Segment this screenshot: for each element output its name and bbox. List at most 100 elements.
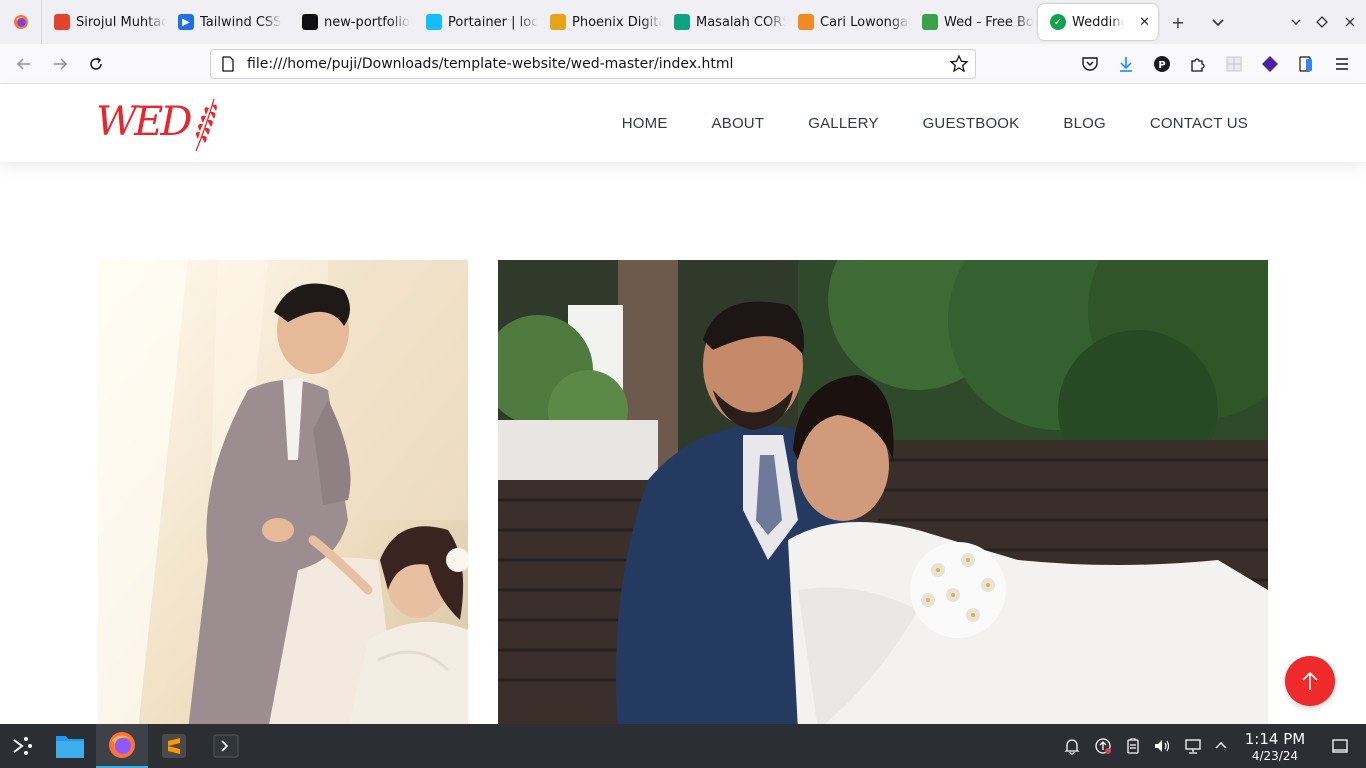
network-wired-icon [1185, 739, 1201, 754]
tab-title: Masalah CORS [696, 14, 786, 30]
tray-updates[interactable] [1093, 736, 1113, 756]
folder-icon [56, 736, 84, 758]
nav-home[interactable]: HOME [622, 115, 668, 132]
window-close-button[interactable] [1334, 0, 1366, 44]
tray-network[interactable] [1183, 736, 1203, 756]
update-icon [1095, 738, 1111, 754]
tab-favicon-icon [54, 14, 70, 30]
url-text[interactable]: file:///home/puji/Downloads/template-web… [247, 56, 733, 72]
browser-toolbar: file:///home/puji/Downloads/template-web… [0, 44, 1366, 84]
couple-photo-left [98, 260, 468, 724]
extensions-button[interactable] [1188, 54, 1208, 74]
desktop-icon [1332, 739, 1348, 753]
tab[interactable]: Portainer | localhost [414, 0, 538, 44]
tab-strip: Sirojul Muhtadi ▶ Tailwind CSS new-portfoli… [0, 0, 1366, 44]
nav-gallery[interactable]: GALLERY [808, 115, 878, 132]
extension-diamond-button[interactable] [1260, 54, 1280, 74]
tab[interactable]: Phoenix Digital [538, 0, 662, 44]
arrow-left-icon [16, 58, 30, 70]
arrow-up-icon [1302, 671, 1318, 690]
back-button[interactable] [8, 48, 40, 80]
chevron-down-icon [1212, 19, 1224, 27]
check-circle-icon: ✓ [1050, 14, 1066, 30]
tray-clipboard[interactable] [1123, 736, 1143, 756]
tab-wedding-active[interactable]: ✓ Wedding | ✕ [1038, 4, 1158, 40]
pocket-button[interactable] [1080, 54, 1100, 74]
puzzle-icon [1191, 58, 1205, 72]
tab[interactable]: new-portfolio [290, 0, 414, 44]
close-tab-icon[interactable]: ✕ [1139, 15, 1150, 30]
new-tab-button[interactable]: + [1162, 0, 1194, 44]
site-header: WED HOME ABOUT GALLERY GUESTBOOK BLOG CO… [0, 85, 1366, 162]
nav-blog[interactable]: BLOG [1063, 115, 1105, 132]
taskbar-terminal[interactable] [200, 724, 252, 768]
clock-date: 4/23/24 [1251, 749, 1299, 763]
reload-button[interactable] [80, 48, 112, 80]
tab-favicon-icon [922, 14, 938, 30]
speaker-icon [1155, 740, 1170, 752]
chevron-up-icon [1215, 742, 1227, 749]
tab-title: Phoenix Digital [572, 14, 662, 30]
tab-favicon-icon: ▶ [178, 14, 194, 30]
taskbar-firefox[interactable] [96, 724, 148, 768]
tab-favicon-icon [550, 14, 566, 30]
tray-expand[interactable] [1211, 736, 1231, 756]
clipboard-icon [1299, 56, 1312, 72]
back-to-top-button[interactable] [1285, 656, 1335, 706]
photo-illustration [98, 260, 468, 724]
firefox-icon [13, 15, 28, 29]
taskbar: 1:14 PM 4/23/24 [0, 724, 1366, 768]
clock-time: 1:14 PM [1244, 730, 1306, 748]
clipboard-icon [1127, 738, 1139, 754]
app-launcher-icon [13, 737, 32, 755]
taskbar-file-manager[interactable] [44, 724, 96, 768]
nav-guestbook[interactable]: GUESTBOOK [923, 115, 1020, 132]
grid-icon [1226, 56, 1242, 72]
pocket-icon [1082, 57, 1098, 71]
tab-favicon-icon [302, 14, 318, 30]
list-all-tabs-button[interactable] [1202, 0, 1234, 44]
bookmark-star-icon[interactable] [949, 54, 969, 74]
couple-photo-right [498, 260, 1268, 724]
sublime-text-icon [162, 734, 186, 758]
site-logo[interactable]: WED [96, 95, 220, 153]
tab-favicon-icon [798, 14, 814, 30]
firefox-view-button[interactable] [0, 0, 42, 44]
firefox-icon [109, 732, 135, 758]
page-content [0, 162, 1366, 724]
url-bar[interactable]: file:///home/puji/Downloads/template-web… [210, 49, 976, 79]
tray-notifications[interactable] [1062, 736, 1082, 756]
nav-contact-us[interactable]: CONTACT US [1150, 115, 1248, 132]
nav-about[interactable]: ABOUT [712, 115, 765, 132]
taskbar-sublime-text[interactable] [148, 724, 200, 768]
extension-clipboard-button[interactable] [1296, 54, 1316, 74]
close-icon [1345, 17, 1355, 27]
tab[interactable]: Sirojul Muhtadi [42, 0, 166, 44]
extension-grid-button[interactable] [1224, 54, 1244, 74]
digital-clock[interactable]: 1:14 PM 4/23/24 [1236, 730, 1314, 764]
hamburger-menu-icon [1336, 58, 1348, 70]
page-icon [222, 56, 234, 72]
show-desktop-button[interactable] [1330, 736, 1350, 756]
diamond-icon [1262, 56, 1278, 72]
diamond-icon [1316, 16, 1328, 28]
tray-volume[interactable] [1152, 736, 1172, 756]
svg-text:P: P [1158, 60, 1165, 71]
tab-favicon-icon [426, 14, 442, 30]
tab[interactable]: ▶ Tailwind CSS [166, 0, 290, 44]
app-menu-button[interactable] [1332, 54, 1352, 74]
tab-title: Cari Lowongan [820, 14, 910, 30]
tab-title: new-portfolio [324, 14, 410, 30]
tab-title: Wedding | [1072, 14, 1138, 30]
download-icon [1120, 57, 1132, 72]
application-launcher-button[interactable] [0, 724, 44, 768]
extension-p-button[interactable]: P [1152, 54, 1172, 74]
bell-icon [1064, 739, 1080, 755]
tab[interactable]: Wed - Free Bootstrap [910, 0, 1034, 44]
forward-button[interactable] [44, 48, 76, 80]
tab-favicon-icon [674, 14, 690, 30]
tab[interactable]: Cari Lowongan [786, 0, 910, 44]
tab[interactable]: Masalah CORS [662, 0, 786, 44]
downloads-button[interactable] [1116, 54, 1136, 74]
logo-text: WED [96, 99, 192, 145]
